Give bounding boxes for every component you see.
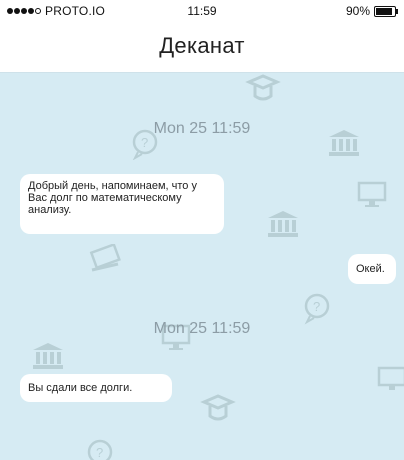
page-title: Деканат (159, 33, 245, 58)
status-bar: PROTO.IO 11:59 90% (0, 0, 404, 22)
bank-icon-3 (33, 343, 63, 369)
status-time: 11:59 (187, 4, 217, 18)
question-bubble-icon-3: ? (87, 439, 113, 460)
message-timestamp-2: Mon 25 11:59 (153, 320, 251, 337)
battery-icon (374, 5, 398, 17)
incoming-message-bubble-2[interactable]: Вы сдали все долги. (20, 374, 172, 402)
bank-icon-2 (268, 211, 298, 237)
battery-status: 90% (345, 4, 398, 18)
message-timestamp: Mon 25 11:59 (153, 120, 251, 137)
monitor-icon-3 (377, 366, 404, 390)
incoming-message-bubble[interactable]: Добрый день, напоминаем, что у Вас долг … (20, 174, 224, 234)
navigation-bar: Деканат (0, 22, 404, 73)
svg-text:?: ? (313, 299, 320, 314)
graduation-cap-icon-2 (200, 394, 236, 421)
graduation-cap-icon (245, 74, 281, 101)
battery-percent: 90% (345, 4, 370, 18)
monitor-icon (357, 181, 387, 207)
laptop-icon (89, 244, 121, 272)
outgoing-message-bubble[interactable]: Окей. (348, 254, 396, 284)
